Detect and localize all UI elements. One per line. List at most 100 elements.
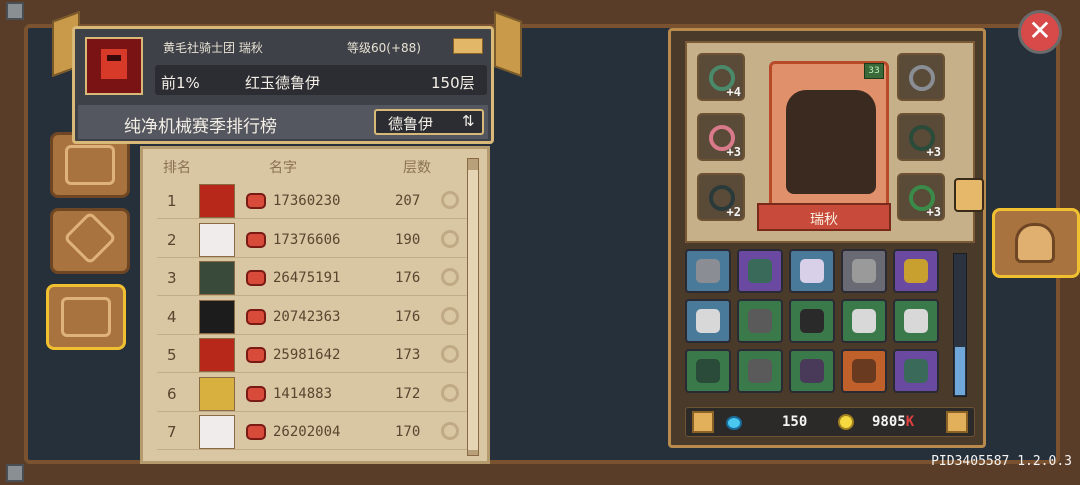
inspect-icon[interactable] <box>441 422 459 440</box>
row-rank: 4 <box>167 307 177 326</box>
inventory-item[interactable] <box>737 349 783 393</box>
row-floors: 176 <box>395 270 421 286</box>
row-floors: 172 <box>395 385 421 402</box>
inspect-icon[interactable] <box>441 191 459 209</box>
leaderboard-row[interactable]: 4 20742363 176 <box>157 299 473 335</box>
inventory-item[interactable] <box>789 249 835 293</box>
column-rank: 排名 <box>163 160 191 176</box>
inventory-item[interactable] <box>789 349 835 393</box>
inspect-icon[interactable] <box>441 306 459 325</box>
guild-icon <box>246 308 266 325</box>
inventory-grid <box>685 249 943 399</box>
leaderboard-row[interactable]: 1 17360230 207 <box>157 183 473 219</box>
inspect-icon[interactable] <box>441 229 459 248</box>
currency-bar: 150 9805K <box>685 407 975 437</box>
player-pet-avatar <box>199 222 235 257</box>
inventory-item[interactable] <box>685 349 731 393</box>
inventory-item[interactable] <box>841 249 887 293</box>
item-icon <box>748 359 772 383</box>
equip-slot-charm[interactable]: +3 <box>897 173 945 221</box>
list-scroll-thumb[interactable] <box>468 170 478 450</box>
row-rank: 5 <box>167 346 177 364</box>
equip-slot-helmet[interactable]: +3 <box>897 113 945 161</box>
close-button[interactable]: ✕ <box>1018 10 1062 54</box>
lock-icon[interactable] <box>692 411 714 433</box>
player-pet-avatar <box>199 415 235 449</box>
item-icon <box>696 359 720 383</box>
inventory-item[interactable] <box>789 299 835 343</box>
leaderboard-row[interactable]: 3 26475191 176 <box>157 260 473 296</box>
list-header: 排名 名字 层数 <box>153 157 473 179</box>
leaderboard-list[interactable]: 排名 名字 层数 1 17360230 207 2 17376606 190 3 264751… <box>140 146 490 464</box>
inventory-item[interactable] <box>841 299 887 343</box>
row-rank: 3 <box>167 269 177 287</box>
enhance-level: +3 <box>926 145 941 159</box>
equip-slot-weapon[interactable]: +4 <box>697 53 745 101</box>
tab-podium[interactable] <box>46 284 126 350</box>
floor-count: 150层 <box>431 74 475 92</box>
character-nameplate: 瑞秋 <box>757 203 891 231</box>
player-pet-avatar <box>199 299 235 334</box>
item-icon <box>800 309 824 333</box>
inventory-item[interactable] <box>737 299 783 343</box>
inventory-item[interactable] <box>893 349 939 393</box>
inventory-item[interactable] <box>841 349 887 393</box>
inventory-item[interactable] <box>737 249 783 293</box>
enhance-level: +2 <box>726 205 741 219</box>
inspect-icon[interactable] <box>441 345 459 363</box>
inventory-item[interactable] <box>685 249 731 293</box>
leaderboard-title-row: 纯净机械赛季排行榜 德鲁伊 ⇅ <box>78 105 488 139</box>
equipment-panel: 33 瑞秋 +4 +3 +2 +3 +3 150 9805K <box>668 28 986 448</box>
tab-diamond[interactable] <box>50 208 130 274</box>
row-rank: 7 <box>167 423 177 441</box>
switch-arrows-icon: ⇅ <box>462 112 475 130</box>
coin-count: 9805K <box>872 414 914 430</box>
helmet-button[interactable] <box>992 208 1080 278</box>
leaderboard-row[interactable]: 6 1414883 172 <box>157 376 473 412</box>
player-avatar <box>85 37 143 95</box>
frame-post <box>6 464 24 482</box>
equip-slot-accessory[interactable]: +2 <box>697 173 745 221</box>
row-player-id: 20742363 <box>273 308 341 325</box>
inspect-icon[interactable] <box>441 383 459 402</box>
item-icon <box>696 309 720 333</box>
coin-value: 9805 <box>872 414 906 430</box>
row-player-id: 1414883 <box>273 385 333 402</box>
guild-icon <box>246 270 266 286</box>
item-icon <box>904 259 928 283</box>
class-switch-button[interactable]: 德鲁伊 ⇅ <box>374 109 484 135</box>
item-icon <box>852 259 876 283</box>
character-nameplate-label: 瑞秋 <box>810 212 838 228</box>
row-rank: 2 <box>167 230 177 249</box>
guild-icon <box>246 424 266 440</box>
inventory-scroll-thumb[interactable] <box>955 347 965 395</box>
player-pet-avatar <box>199 261 235 295</box>
leaderboard-row[interactable]: 2 17376606 190 <box>157 222 473 258</box>
grid-menu-icon[interactable] <box>946 411 968 433</box>
leaderboard-row[interactable]: 7 26202004 170 <box>157 414 473 450</box>
inventory-item[interactable] <box>893 249 939 293</box>
guild-icon <box>246 385 266 402</box>
inspect-icon[interactable] <box>441 268 459 286</box>
equip-slot-locked[interactable] <box>897 53 945 101</box>
player-pet-avatar <box>199 376 235 411</box>
character-name: 红玉德鲁伊 <box>245 74 321 92</box>
podium-icon <box>61 297 111 337</box>
equip-slot-armor[interactable]: +3 <box>697 113 745 161</box>
side-tab-toggle[interactable] <box>954 178 984 212</box>
inventory-item[interactable] <box>685 299 731 343</box>
row-player-id: 17360230 <box>273 193 341 209</box>
row-player-id: 26475191 <box>273 270 341 286</box>
leaf-icon <box>65 145 115 185</box>
row-floors: 173 <box>395 347 421 363</box>
row-player-id: 25981642 <box>273 347 341 363</box>
enhance-level: +3 <box>726 145 741 159</box>
diamond-icon <box>63 211 117 265</box>
item-icon <box>852 309 876 333</box>
player-header: 黄毛社骑士团 瑞秋 等级60(+88) 前1% 红玉德鲁伊 150层 纯净机械赛… <box>72 26 494 144</box>
enhance-level: +3 <box>926 205 941 219</box>
column-name: 名字 <box>269 160 297 176</box>
leaderboard-row[interactable]: 5 25981642 173 <box>157 337 473 373</box>
inventory-item[interactable] <box>893 299 939 343</box>
guild-icon <box>246 347 266 363</box>
